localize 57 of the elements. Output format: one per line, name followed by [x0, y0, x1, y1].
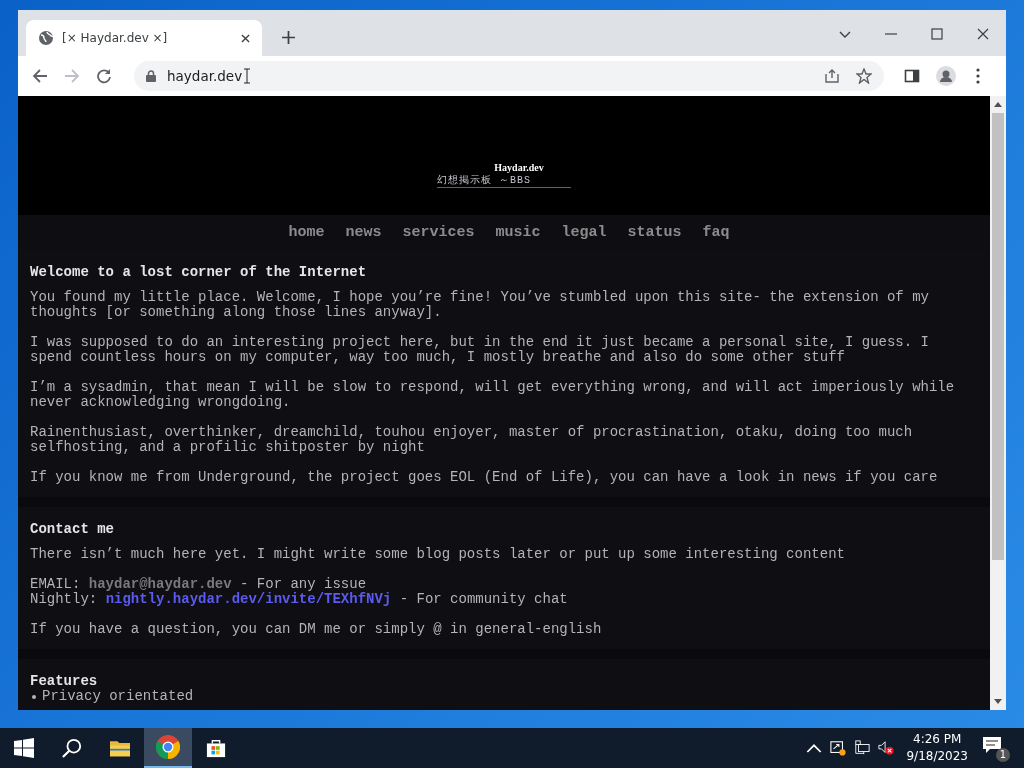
menu-icon[interactable]	[976, 68, 980, 84]
contact-line: EMAIL: haydar@haydar.dev - For any issue	[30, 577, 368, 592]
reload-icon[interactable]	[96, 68, 112, 84]
address-bar[interactable]: haydar.dev	[134, 61, 884, 91]
nav-link[interactable]: faq	[702, 224, 730, 241]
nav-link[interactable]: music	[495, 224, 541, 241]
site-logo[interactable]: Haydar.dev	[494, 162, 544, 173]
site-subtitle: 幻想掲示板 ～BBS	[437, 173, 571, 188]
section-heading: Features	[30, 673, 99, 689]
paragraph: There isn’t much here yet. I might write some blog posts later or put up some interesting content	[30, 547, 846, 562]
scroll-down-icon[interactable]	[994, 699, 1002, 705]
close-icon[interactable]	[241, 33, 250, 43]
nav-link[interactable]: services	[402, 224, 475, 241]
chrome-icon[interactable]	[156, 735, 180, 759]
new-tab-icon[interactable]	[282, 31, 295, 44]
notification-icon	[982, 736, 1002, 754]
nav-link[interactable]: news	[345, 224, 382, 241]
paragraph: If you have a question, you can DM me or simply @ in general-english	[30, 622, 603, 637]
scrollbar-thumb[interactable]	[992, 113, 1004, 560]
scrollbar[interactable]	[990, 96, 1006, 710]
back-icon[interactable]	[32, 68, 48, 84]
star-icon[interactable]	[856, 68, 872, 84]
text-cursor-icon	[244, 68, 251, 84]
folder-icon[interactable]	[110, 738, 130, 758]
network-icon[interactable]	[854, 740, 871, 756]
paragraph: You found my little place. Welcome, I hope you’re fine! You’ve stumbled upon this site- the extension of my thoughts [or something along those lines anyway].	[30, 290, 930, 320]
lock-icon	[146, 70, 156, 82]
section-heading: Welcome to a lost corner of the Internet	[30, 264, 368, 280]
windows-start-icon[interactable]	[14, 738, 34, 758]
notification-count: 1	[996, 748, 1010, 762]
store-bag-icon[interactable]	[206, 738, 226, 758]
tab-title: [× Haydar.dev ×]	[62, 31, 169, 45]
browser-tab[interactable]: [× Haydar.dev ×]	[26, 20, 262, 56]
speaker-muted-icon[interactable]	[878, 740, 895, 756]
link[interactable]: nightly.haydar.dev/invite/TEXhfNVj	[105, 591, 392, 607]
close-icon[interactable]	[977, 28, 989, 40]
list-item: Privacy orientated	[42, 689, 194, 704]
paragraph: Rainenthusiast, overthinker, dreamchild, touhou enjoyer, master of procrastination, otaku, doing too much selfhosting, and a profilic shitposter by night	[30, 425, 914, 455]
nav-link[interactable]: legal	[561, 224, 607, 241]
contact-line: Nightly: nightly.haydar.dev/invite/TEXhfNVj - For community chat	[30, 592, 569, 607]
paragraph: I’m a sysadmin, that mean I will be slow to respond, will get everything wrong, and will act imperiously while never acknowledging wrongdoing.	[30, 380, 956, 410]
search-icon[interactable]	[62, 738, 82, 758]
clock-date[interactable]: 9/18/2023	[906, 748, 968, 765]
profile-icon[interactable]	[936, 66, 956, 86]
maximize-icon[interactable]	[931, 28, 943, 40]
paragraph: If you know me from Underground, the project goes EOL (End of Life), you can have a look in news if you care	[30, 470, 939, 485]
share-icon[interactable]	[824, 68, 840, 84]
clock-time[interactable]: 4:26 PM	[913, 731, 962, 748]
section-heading: Contact me	[30, 521, 115, 537]
bullet-icon	[32, 694, 36, 699]
nav-link[interactable]: status	[627, 224, 682, 241]
nav-link[interactable]: home	[288, 224, 325, 241]
paragraph: I was supposed to do an interesting project here, but in the end it just became a personal site, I guess. I spend countless hours on my computer, way too much, I mostly breathe and also do some other stuff	[30, 335, 930, 365]
scroll-up-icon[interactable]	[994, 101, 1002, 107]
globe-icon	[38, 30, 54, 46]
link[interactable]: haydar@haydar.dev	[88, 576, 232, 592]
side-panel-icon[interactable]	[904, 68, 920, 84]
